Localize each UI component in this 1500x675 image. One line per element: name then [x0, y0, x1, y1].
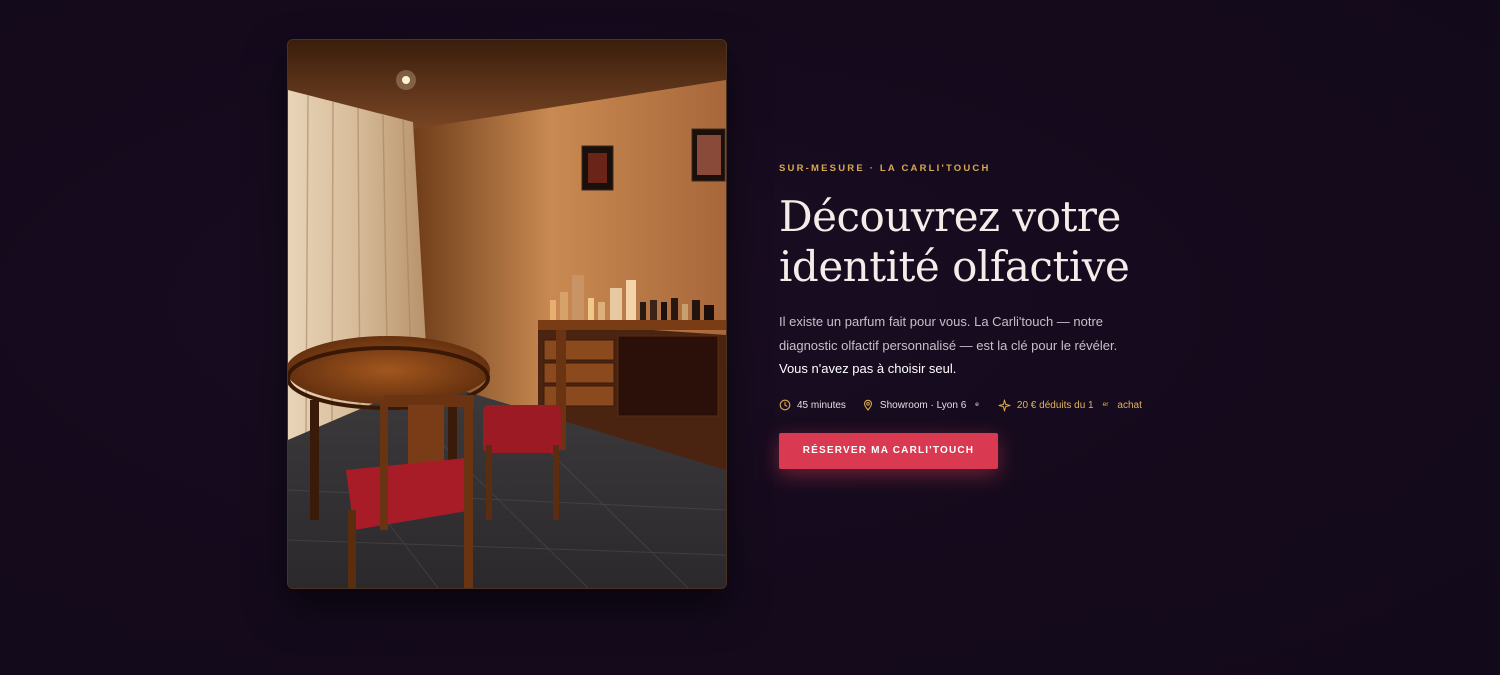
meta-info: 45 minutes Showroom · Lyon 6 e 20 € dédui… — [779, 399, 1159, 412]
page-title: Découvrez votre identité olfactive — [779, 192, 1159, 292]
meta-duration: 45 minutes — [779, 399, 846, 411]
eyebrow-label: SUR-MESURE · LA CARLI'TOUCH — [779, 163, 991, 174]
intro-emphasis: Vous n'avez pas à choisir seul. — [779, 361, 957, 376]
title-line-2: identité olfactive — [779, 242, 1130, 291]
clock-icon — [779, 399, 791, 411]
discount-tail: achat — [1117, 399, 1142, 411]
intro-text: Il existe un parfum fait pour vous. La C… — [779, 314, 1118, 353]
discount-text: 20 € déduits du 1 — [1016, 399, 1094, 411]
intro-paragraph: Il existe un parfum fait pour vous. La C… — [779, 310, 1144, 381]
sparkle-icon — [998, 399, 1011, 411]
title-line-1: Découvrez votre — [779, 192, 1121, 241]
showroom-photo — [287, 39, 727, 589]
map-pin-icon — [863, 399, 872, 411]
location-superscript: e — [975, 400, 979, 408]
discount-superscript: er — [1102, 400, 1109, 408]
meta-location: Showroom · Lyon 6 e — [862, 399, 982, 411]
meta-discount: 20 € déduits du 1 er achat — [998, 399, 1142, 412]
location-text: Showroom · Lyon 6 — [879, 399, 967, 411]
book-carlitouch-button[interactable]: RÉSERVER MA CARLI'TOUCH — [779, 432, 998, 469]
page: SUR-MESURE · LA CARLI'TOUCH Découvrez vo… — [0, 0, 1500, 675]
hero-content: SUR-MESURE · LA CARLI'TOUCH Découvrez vo… — [779, 160, 1159, 469]
duration-text: 45 minutes — [797, 399, 846, 411]
